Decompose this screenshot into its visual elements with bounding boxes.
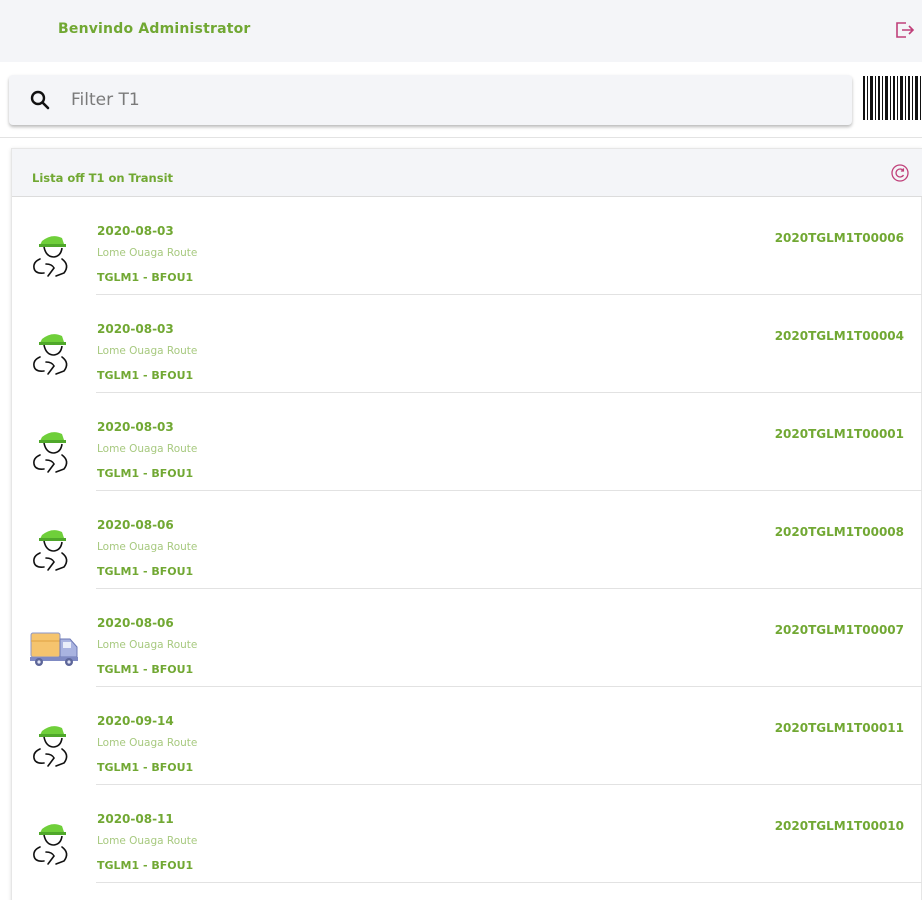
barcode-icon[interactable] — [862, 76, 922, 120]
search-input[interactable] — [71, 85, 831, 115]
list-item[interactable]: 2020-08-06 Lome Ouaga Route TGLM1 - BFOU1 2… — [12, 589, 922, 687]
item-code: TGLM1 - BFOU1 — [97, 859, 194, 872]
list-item[interactable]: 2020-08-03 Lome Ouaga Route TGLM1 - BFOU1 2… — [12, 295, 922, 393]
item-code: TGLM1 - BFOU1 — [97, 369, 194, 382]
divider — [96, 882, 922, 883]
item-route: Lome Ouaga Route — [97, 639, 198, 651]
item-code: TGLM1 - BFOU1 — [97, 663, 194, 676]
item-reference: 2020TGLM1T00008 — [774, 525, 904, 539]
item-date: 2020-08-06 — [97, 518, 174, 532]
item-reference: 2020TGLM1T00007 — [774, 623, 904, 637]
item-code: TGLM1 - BFOU1 — [97, 467, 194, 480]
driver-icon — [28, 425, 80, 475]
list-item[interactable]: 2020-08-11 Lome Ouaga Route TGLM1 - BFOU1 2… — [12, 785, 922, 883]
list-item[interactable]: 2020-08-03 Lome Ouaga Route TGLM1 - BFOU1 2… — [12, 197, 922, 295]
item-code: TGLM1 - BFOU1 — [97, 565, 194, 578]
item-date: 2020-08-03 — [97, 322, 174, 336]
item-date: 2020-08-03 — [97, 420, 174, 434]
item-code: TGLM1 - BFOU1 — [97, 271, 194, 284]
driver-icon — [28, 817, 80, 867]
item-route: Lome Ouaga Route — [97, 541, 198, 553]
driver-icon — [28, 229, 80, 279]
driver-icon — [28, 719, 80, 769]
refresh-icon[interactable] — [890, 163, 910, 183]
top-bar: Benvindo Administrator — [0, 0, 922, 62]
item-reference: 2020TGLM1T00006 — [774, 231, 904, 245]
driver-icon — [28, 523, 80, 573]
item-date: 2020-08-11 — [97, 812, 174, 826]
truck-icon — [28, 621, 80, 671]
item-code: TGLM1 - BFOU1 — [97, 761, 194, 774]
item-date: 2020-09-14 — [97, 714, 174, 728]
logout-icon[interactable] — [894, 20, 916, 40]
search-icon — [30, 90, 50, 110]
list-item[interactable]: 2020-08-06 Lome Ouaga Route TGLM1 - BFOU1 2… — [12, 491, 922, 589]
transit-list: 2020-08-03 Lome Ouaga Route TGLM1 - BFOU1 2… — [12, 197, 922, 883]
card-header: Lista off T1 on Transit — [12, 149, 922, 197]
list-item[interactable]: 2020-09-14 Lome Ouaga Route TGLM1 - BFOU1 2… — [12, 687, 922, 785]
item-route: Lome Ouaga Route — [97, 345, 198, 357]
welcome-text: Benvindo Administrator — [58, 21, 251, 37]
item-reference: 2020TGLM1T00011 — [774, 721, 904, 735]
card-title: Lista off T1 on Transit — [32, 171, 174, 185]
item-route: Lome Ouaga Route — [97, 835, 198, 847]
driver-icon — [28, 327, 80, 377]
item-route: Lome Ouaga Route — [97, 443, 198, 455]
item-reference: 2020TGLM1T00001 — [774, 427, 904, 441]
search-bar — [0, 62, 922, 138]
list-item[interactable]: 2020-08-03 Lome Ouaga Route TGLM1 - BFOU1 2… — [12, 393, 922, 491]
item-reference: 2020TGLM1T00010 — [774, 819, 904, 833]
item-date: 2020-08-06 — [97, 616, 174, 630]
item-route: Lome Ouaga Route — [97, 737, 198, 749]
item-route: Lome Ouaga Route — [97, 247, 198, 259]
item-reference: 2020TGLM1T00004 — [774, 329, 904, 343]
item-date: 2020-08-03 — [97, 224, 174, 238]
transit-list-card: Lista off T1 on Transit 2020-08-03 Lome O… — [11, 148, 922, 900]
search-box — [9, 75, 852, 125]
